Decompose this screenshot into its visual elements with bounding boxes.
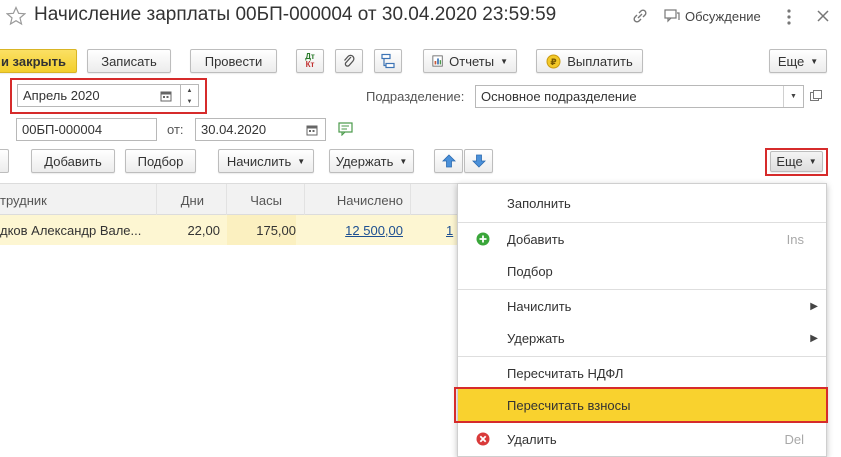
table-row[interactable]: дков Александр Вале... 22,00 175,00 12 5… xyxy=(0,215,460,245)
add-icon xyxy=(476,232,490,246)
discussion-label: Обсуждение xyxy=(685,8,761,24)
period-input[interactable]: Апрель 2020 xyxy=(17,84,181,107)
more-button[interactable]: Еще ▼ xyxy=(769,49,827,73)
chevron-down-icon: ▼ xyxy=(810,56,819,66)
delete-icon xyxy=(476,432,490,446)
submenu-arrow-icon: ▶ xyxy=(810,300,818,312)
chevron-down-icon: ▼ xyxy=(399,156,408,166)
close-icon[interactable] xyxy=(815,8,831,24)
menu-item-fill[interactable]: Заполнить xyxy=(458,187,826,219)
date-label: от: xyxy=(167,122,184,137)
calendar-icon[interactable] xyxy=(160,90,172,102)
svg-text:₽: ₽ xyxy=(551,58,557,68)
structure-button[interactable] xyxy=(374,49,402,73)
recalc-contributions-highlight-box xyxy=(454,387,828,423)
arrow-up-icon xyxy=(441,154,456,168)
cell-hours: 175,00 xyxy=(227,215,296,245)
chevron-down-icon: ▼ xyxy=(297,156,306,166)
favorite-star-icon[interactable] xyxy=(5,6,27,26)
table-add-button[interactable]: Добавить xyxy=(31,149,115,173)
chat-icon xyxy=(664,9,680,23)
menu-item-delete[interactable]: Удалить Del xyxy=(458,423,826,455)
discussion-button[interactable]: Обсуждение xyxy=(664,6,761,26)
department-label: Подразделение: xyxy=(366,89,465,104)
dropdown-arrow-icon[interactable]: ▼ xyxy=(783,86,803,107)
table-more-button[interactable]: Еще ▼ xyxy=(770,151,823,172)
menu-item-add[interactable]: Добавить Ins xyxy=(458,223,826,255)
cell-employee: дков Александр Вале... xyxy=(0,222,142,238)
open-department-button[interactable] xyxy=(808,88,824,104)
cell-accrued[interactable]: 12 500,00 xyxy=(305,215,403,245)
document-date-input[interactable]: 30.04.2020 xyxy=(195,118,326,141)
window-title: Начисление зарплаты 00БП-000004 от 30.04… xyxy=(34,4,557,25)
submenu-arrow-icon: ▶ xyxy=(810,332,818,344)
attach-button[interactable] xyxy=(335,49,363,73)
post-and-close-button[interactable]: и закрыть xyxy=(0,49,77,73)
table-select-button[interactable]: Подбор xyxy=(125,149,196,173)
spin-up-icon[interactable]: ▲ xyxy=(181,85,198,96)
coin-icon: ₽ xyxy=(546,54,561,68)
column-header-days[interactable]: Дни xyxy=(157,184,227,216)
column-header-hours[interactable]: Часы xyxy=(227,184,305,216)
dt-kt-icon: Дт Кт xyxy=(305,52,315,69)
report-icon xyxy=(432,55,443,67)
column-header-employee[interactable]: трудник xyxy=(0,184,157,216)
withhold-button[interactable]: Удержать ▼ xyxy=(329,149,414,173)
post-button[interactable]: Провести xyxy=(190,49,277,73)
pay-button[interactable]: ₽ Выплатить xyxy=(536,49,643,73)
calendar-icon[interactable] xyxy=(306,124,318,136)
menu-item-withhold[interactable]: Удержать ▶ xyxy=(458,322,826,354)
table: трудник Дни Часы Начислено дков Александ… xyxy=(0,183,460,457)
link-icon[interactable] xyxy=(631,7,649,25)
dt-kt-button[interactable]: Дт Кт xyxy=(296,49,324,73)
period-spinner[interactable]: ▲ ▼ xyxy=(181,84,199,107)
open-window-icon xyxy=(810,90,822,101)
hierarchy-icon xyxy=(381,53,395,69)
menu-item-select[interactable]: Подбор xyxy=(458,255,826,287)
move-up-button[interactable] xyxy=(434,149,463,173)
cell-days: 22,00 xyxy=(187,222,220,238)
paperclip-icon xyxy=(344,54,355,67)
column-header-accrued[interactable]: Начислено xyxy=(305,184,411,216)
accrue-button[interactable]: Начислить ▼ xyxy=(218,149,314,173)
table-toolbar-left-edge xyxy=(0,149,9,173)
table-header: трудник Дни Часы Начислено xyxy=(0,183,460,216)
arrow-down-icon xyxy=(471,154,486,168)
menu-item-accrue[interactable]: Начислить ▶ xyxy=(458,290,826,322)
comment-icon[interactable] xyxy=(338,122,354,137)
chevron-down-icon: ▼ xyxy=(500,56,508,66)
menu-item-recalc-ndfl[interactable]: Пересчитать НДФЛ xyxy=(458,357,826,389)
move-down-button[interactable] xyxy=(464,149,493,173)
more-dots-icon[interactable] xyxy=(786,8,792,26)
save-button[interactable]: Записать xyxy=(87,49,171,73)
chevron-down-icon: ▼ xyxy=(808,157,817,166)
department-select[interactable]: Основное подразделение ▼ xyxy=(475,85,804,108)
spin-down-icon[interactable]: ▼ xyxy=(181,96,198,107)
reports-button[interactable]: Отчеты ▼ xyxy=(423,49,517,73)
document-number-input[interactable]: 00БП-000004 xyxy=(16,118,157,141)
